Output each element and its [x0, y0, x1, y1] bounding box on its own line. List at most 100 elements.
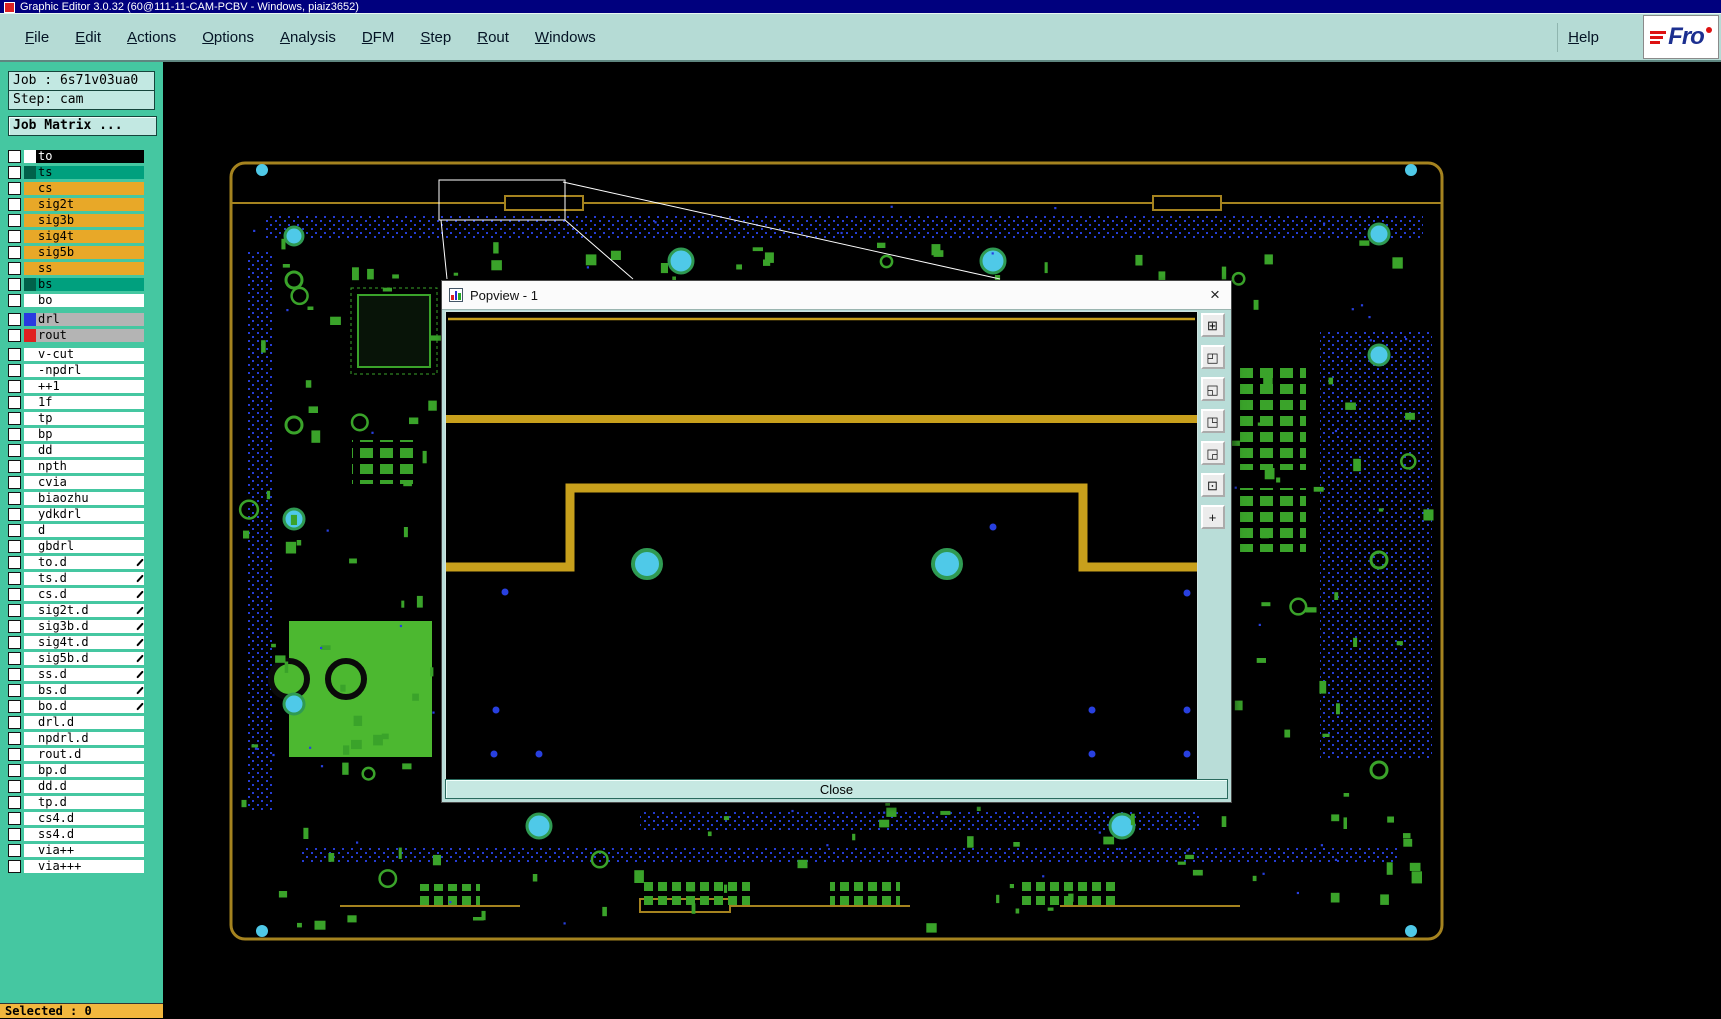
- layer-color-swatch[interactable]: [24, 492, 36, 505]
- layer-row[interactable]: tp.d: [8, 795, 163, 810]
- layer-row[interactable]: gbdrl: [8, 539, 163, 554]
- layer-row[interactable]: ts: [8, 165, 163, 180]
- layer-row[interactable]: npdrl.d: [8, 731, 163, 746]
- layer-row[interactable]: sig4t: [8, 229, 163, 244]
- layer-color-swatch[interactable]: [24, 476, 36, 489]
- layer-color-swatch[interactable]: [24, 524, 36, 537]
- layer-color-swatch[interactable]: [24, 214, 36, 227]
- layer-visibility-checkbox[interactable]: [8, 604, 21, 617]
- menu-help[interactable]: Help: [1557, 22, 1609, 52]
- layer-row[interactable]: sig2t: [8, 197, 163, 212]
- layer-visibility-checkbox[interactable]: [8, 313, 21, 326]
- layer-name[interactable]: npdrl.d: [36, 732, 144, 745]
- layer-visibility-checkbox[interactable]: [8, 396, 21, 409]
- job-matrix-button[interactable]: Job Matrix ...: [8, 116, 157, 136]
- layer-visibility-checkbox[interactable]: [8, 700, 21, 713]
- layer-visibility-checkbox[interactable]: [8, 556, 21, 569]
- layer-name[interactable]: bp: [36, 428, 144, 441]
- layer-name[interactable]: sig5b.d: [36, 652, 144, 665]
- menu-dfm[interactable]: DFM: [349, 23, 408, 52]
- layer-color-swatch[interactable]: [24, 262, 36, 275]
- layer-name[interactable]: dd.d: [36, 780, 144, 793]
- layer-row[interactable]: cs4.d: [8, 811, 163, 826]
- layer-visibility-checkbox[interactable]: [8, 150, 21, 163]
- layer-visibility-checkbox[interactable]: [8, 262, 21, 275]
- layer-row[interactable]: ss: [8, 261, 163, 276]
- menu-actions[interactable]: Actions: [114, 23, 189, 52]
- layer-row[interactable]: ydkdrl: [8, 507, 163, 522]
- layer-visibility-checkbox[interactable]: [8, 636, 21, 649]
- layer-name[interactable]: sig3b.d: [36, 620, 144, 633]
- layer-color-swatch[interactable]: [24, 313, 36, 326]
- popview-tool-zoom-window[interactable]: ⊞: [1200, 313, 1225, 337]
- menu-windows[interactable]: Windows: [522, 23, 609, 52]
- layer-color-swatch[interactable]: [24, 812, 36, 825]
- layer-name[interactable]: tp.d: [36, 796, 144, 809]
- layer-name[interactable]: tp: [36, 412, 144, 425]
- layer-color-swatch[interactable]: [24, 348, 36, 361]
- layer-row[interactable]: ss.d: [8, 667, 163, 682]
- layer-name[interactable]: bo: [36, 294, 144, 307]
- popview-titlebar[interactable]: Popview - 1 ×: [442, 281, 1231, 310]
- layer-name[interactable]: bs: [36, 278, 144, 291]
- layer-visibility-checkbox[interactable]: [8, 588, 21, 601]
- layer-color-swatch[interactable]: [24, 412, 36, 425]
- layer-name[interactable]: gbdrl: [36, 540, 144, 553]
- layer-color-swatch[interactable]: [24, 828, 36, 841]
- layer-color-swatch[interactable]: [24, 652, 36, 665]
- layer-color-swatch[interactable]: [24, 444, 36, 457]
- layer-color-swatch[interactable]: [24, 620, 36, 633]
- layer-row[interactable]: cs: [8, 181, 163, 196]
- layer-visibility-checkbox[interactable]: [8, 364, 21, 377]
- layer-name[interactable]: bo.d: [36, 700, 144, 713]
- layer-name[interactable]: to.d: [36, 556, 144, 569]
- layer-name[interactable]: bs.d: [36, 684, 144, 697]
- layer-name[interactable]: sig2t: [36, 198, 144, 211]
- layer-color-swatch[interactable]: [24, 294, 36, 307]
- layer-row[interactable]: 1f: [8, 395, 163, 410]
- layer-color-swatch[interactable]: [24, 716, 36, 729]
- layer-name[interactable]: to: [36, 150, 144, 163]
- popview-tool-view-right[interactable]: ◲: [1200, 441, 1225, 465]
- layer-color-swatch[interactable]: [24, 396, 36, 409]
- layer-row[interactable]: cs.d: [8, 587, 163, 602]
- layer-color-swatch[interactable]: [24, 860, 36, 873]
- layer-visibility-checkbox[interactable]: [8, 732, 21, 745]
- layer-name[interactable]: ss: [36, 262, 144, 275]
- layer-visibility-checkbox[interactable]: [8, 716, 21, 729]
- layer-name[interactable]: npth: [36, 460, 144, 473]
- layer-visibility-checkbox[interactable]: [8, 476, 21, 489]
- popview-tool-fit-view[interactable]: ⊡: [1200, 473, 1225, 497]
- layer-color-swatch[interactable]: [24, 796, 36, 809]
- layer-name[interactable]: cs4.d: [36, 812, 144, 825]
- popview-tool-view-bottom[interactable]: ◱: [1200, 377, 1225, 401]
- menu-options[interactable]: Options: [189, 23, 267, 52]
- layer-visibility-checkbox[interactable]: [8, 246, 21, 259]
- layer-visibility-checkbox[interactable]: [8, 492, 21, 505]
- layer-visibility-checkbox[interactable]: [8, 764, 21, 777]
- job-name-field[interactable]: Job : 6s71v03ua0: [8, 71, 155, 91]
- layer-color-swatch[interactable]: [24, 588, 36, 601]
- layer-color-swatch[interactable]: [24, 700, 36, 713]
- layer-color-swatch[interactable]: [24, 166, 36, 179]
- layer-name[interactable]: -npdrl: [36, 364, 144, 377]
- layer-row[interactable]: sig3b: [8, 213, 163, 228]
- layer-row[interactable]: v-cut: [8, 347, 163, 362]
- menu-edit[interactable]: Edit: [62, 23, 114, 52]
- layer-name[interactable]: v-cut: [36, 348, 144, 361]
- layer-color-swatch[interactable]: [24, 780, 36, 793]
- layer-color-swatch[interactable]: [24, 278, 36, 291]
- layer-color-swatch[interactable]: [24, 182, 36, 195]
- layer-row[interactable]: biaozhu: [8, 491, 163, 506]
- layer-visibility-checkbox[interactable]: [8, 844, 21, 857]
- layer-visibility-checkbox[interactable]: [8, 620, 21, 633]
- layer-name[interactable]: via++: [36, 844, 144, 857]
- layer-row[interactable]: rout: [8, 328, 163, 343]
- layer-color-swatch[interactable]: [24, 572, 36, 585]
- layer-name[interactable]: ts: [36, 166, 144, 179]
- layer-visibility-checkbox[interactable]: [8, 812, 21, 825]
- layer-row[interactable]: sig5b.d: [8, 651, 163, 666]
- layer-visibility-checkbox[interactable]: [8, 412, 21, 425]
- layer-row[interactable]: bp.d: [8, 763, 163, 778]
- layer-row[interactable]: bp: [8, 427, 163, 442]
